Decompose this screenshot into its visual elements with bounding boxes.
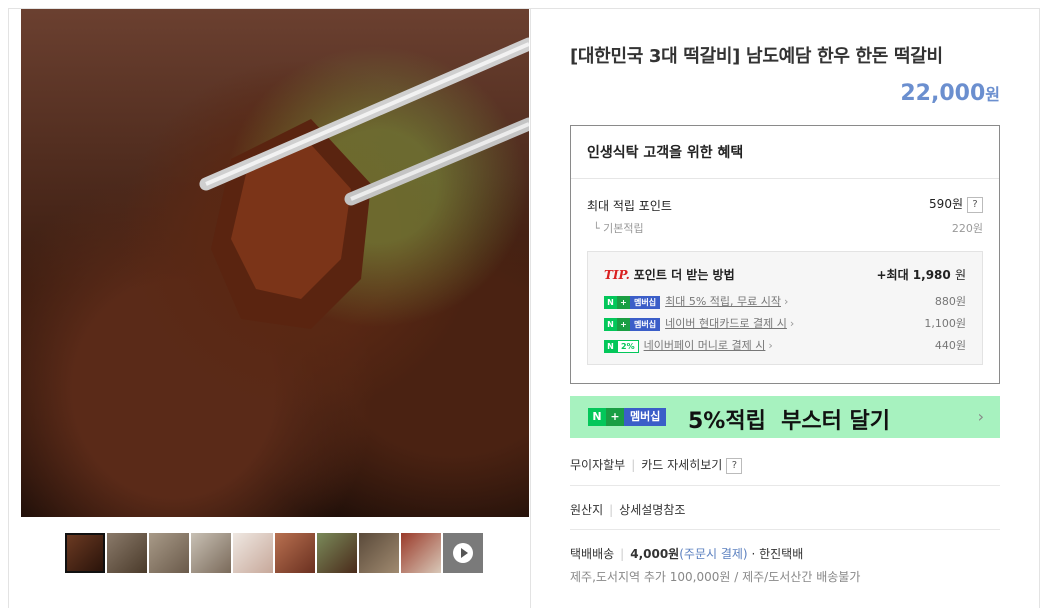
tip-max-prefix: +최대 <box>876 268 909 282</box>
help-icon[interactable]: ? <box>967 196 983 213</box>
thumbnail[interactable] <box>65 533 105 573</box>
price-value: 22,000 <box>900 81 986 106</box>
tip-max-value: 1,980 <box>912 268 951 282</box>
membership-label: 멤버십 <box>630 317 661 331</box>
chevron-right-icon: › <box>768 339 773 352</box>
chevron-right-icon: › <box>977 407 984 426</box>
tip-row-value: 440원 <box>934 339 966 352</box>
max-points-row: 최대 적립 포인트 590원? <box>587 196 983 214</box>
separator-dot: · <box>751 547 756 561</box>
tip-max: +최대 1,980 원 <box>876 266 966 283</box>
tip-row-text[interactable]: 네이버 현대카드로 결제 시 <box>665 317 787 330</box>
tip-max-unit: 원 <box>954 268 966 282</box>
thumbnail[interactable] <box>149 533 189 573</box>
thumbnail[interactable] <box>233 533 273 573</box>
tip-row-pay-money[interactable]: N 2% 네이버페이 머니로 결제 시 › 440원 <box>604 337 966 353</box>
tip-title: 포인트 더 받는 방법 <box>633 268 735 282</box>
membership-badge: N + 멤버십 <box>604 295 661 309</box>
tip-row-text[interactable]: 네이버페이 머니로 결제 시 <box>644 339 766 352</box>
thumbnail[interactable] <box>191 533 231 573</box>
benefit-box: 인생식탁 고객을 위한 혜택 최대 적립 포인트 590원? └ 기본적립 22… <box>570 125 1000 384</box>
delivery-fee-note: (주문시 결제) <box>679 547 748 561</box>
naver-n-icon: N <box>604 339 617 353</box>
naver-n-icon: N <box>588 408 606 426</box>
card-details-link[interactable]: 카드 자세히보기 <box>641 458 722 472</box>
play-icon <box>453 543 473 563</box>
chopsticks-meat-illustration <box>199 37 529 329</box>
plus-icon: + <box>617 317 630 331</box>
naver-n-icon: N <box>604 317 617 331</box>
tip-heading: TIP. 포인트 더 받는 방법 <box>604 266 735 283</box>
help-icon[interactable]: ? <box>726 457 743 474</box>
divider <box>570 485 1000 486</box>
divider <box>571 178 999 179</box>
thumbnail[interactable] <box>401 533 441 573</box>
naver-n-icon: N <box>604 295 617 309</box>
benefit-title: 인생식탁 고객을 위한 혜택 <box>587 145 744 161</box>
main-product-image[interactable] <box>21 9 529 517</box>
thumbnail[interactable] <box>275 533 315 573</box>
product-price: 22,000원 <box>900 81 1000 106</box>
product-gallery <box>20 8 531 608</box>
thumbnail[interactable] <box>317 533 357 573</box>
thumbnail[interactable] <box>107 533 147 573</box>
tip-row-value: 880원 <box>934 295 966 308</box>
membership-badge: N + 멤버십 <box>588 408 667 426</box>
delivery-extra: 제주,도서지역 추가 100,000원 / 제주/도서산간 배송불가 <box>570 570 861 584</box>
installment-row: 무이자할부 | 카드 자세히보기? <box>570 456 743 474</box>
basic-points-label: └ 기본적립 <box>593 222 644 235</box>
membership-badge: N + 멤버십 <box>604 317 661 331</box>
tip-label: TIP. <box>604 268 630 282</box>
basic-points-row: └ 기본적립 220원 <box>587 220 983 236</box>
percent-label: 2% <box>617 339 639 353</box>
membership-label: 멤버십 <box>624 408 667 426</box>
tip-row-membership[interactable]: N + 멤버십 최대 5% 적립, 무료 시작 › 880원 <box>604 293 966 309</box>
max-points-value: 590원 <box>929 197 963 211</box>
tip-box: TIP. 포인트 더 받는 방법 +최대 1,980 원 N + 멤버십 최대 5% 적… <box>587 251 983 365</box>
membership-label: 멤버십 <box>630 295 661 309</box>
tip-row-text[interactable]: 최대 5% 적립, 무료 시작 <box>665 295 781 308</box>
delivery-fee: 4,000원 <box>630 547 680 561</box>
naverpay-badge: N 2% <box>604 339 639 353</box>
tip-row-card[interactable]: N + 멤버십 네이버 현대카드로 결제 시 › 1,100원 <box>604 315 966 331</box>
divider <box>570 529 1000 530</box>
tip-row-value: 1,100원 <box>924 317 966 330</box>
delivery-carrier: 한진택배 <box>759 547 804 561</box>
thumbnail[interactable] <box>359 533 399 573</box>
plus-icon: + <box>617 295 630 309</box>
origin-label: 원산지 <box>570 503 604 517</box>
product-title: [대한민국 3대 떡갈비] 남도예담 한우 한돈 떡갈비 <box>570 46 943 67</box>
membership-booster-banner[interactable]: N + 멤버십 5%적립 부스터 달기 › <box>570 396 1000 438</box>
chevron-right-icon: › <box>789 317 795 330</box>
basic-points-value: 220원 <box>951 222 983 235</box>
video-thumbnail[interactable] <box>443 533 483 573</box>
installment-label: 무이자할부 <box>570 458 626 472</box>
max-points-label: 최대 적립 포인트 <box>587 199 672 213</box>
delivery-label: 택배배송 <box>570 547 615 561</box>
origin-row: 원산지 | 상세설명참조 <box>570 503 686 517</box>
plus-icon: + <box>606 408 624 426</box>
price-unit: 원 <box>985 85 1000 104</box>
origin-value: 상세설명참조 <box>619 503 686 517</box>
banner-text: 5%적립 부스터 달기 <box>688 409 891 434</box>
chevron-right-icon: › <box>784 295 789 308</box>
thumbnail-strip <box>65 533 483 573</box>
delivery-row: 택배배송 | 4,000원(주문시 결제) · 한진택배 <box>570 547 804 561</box>
